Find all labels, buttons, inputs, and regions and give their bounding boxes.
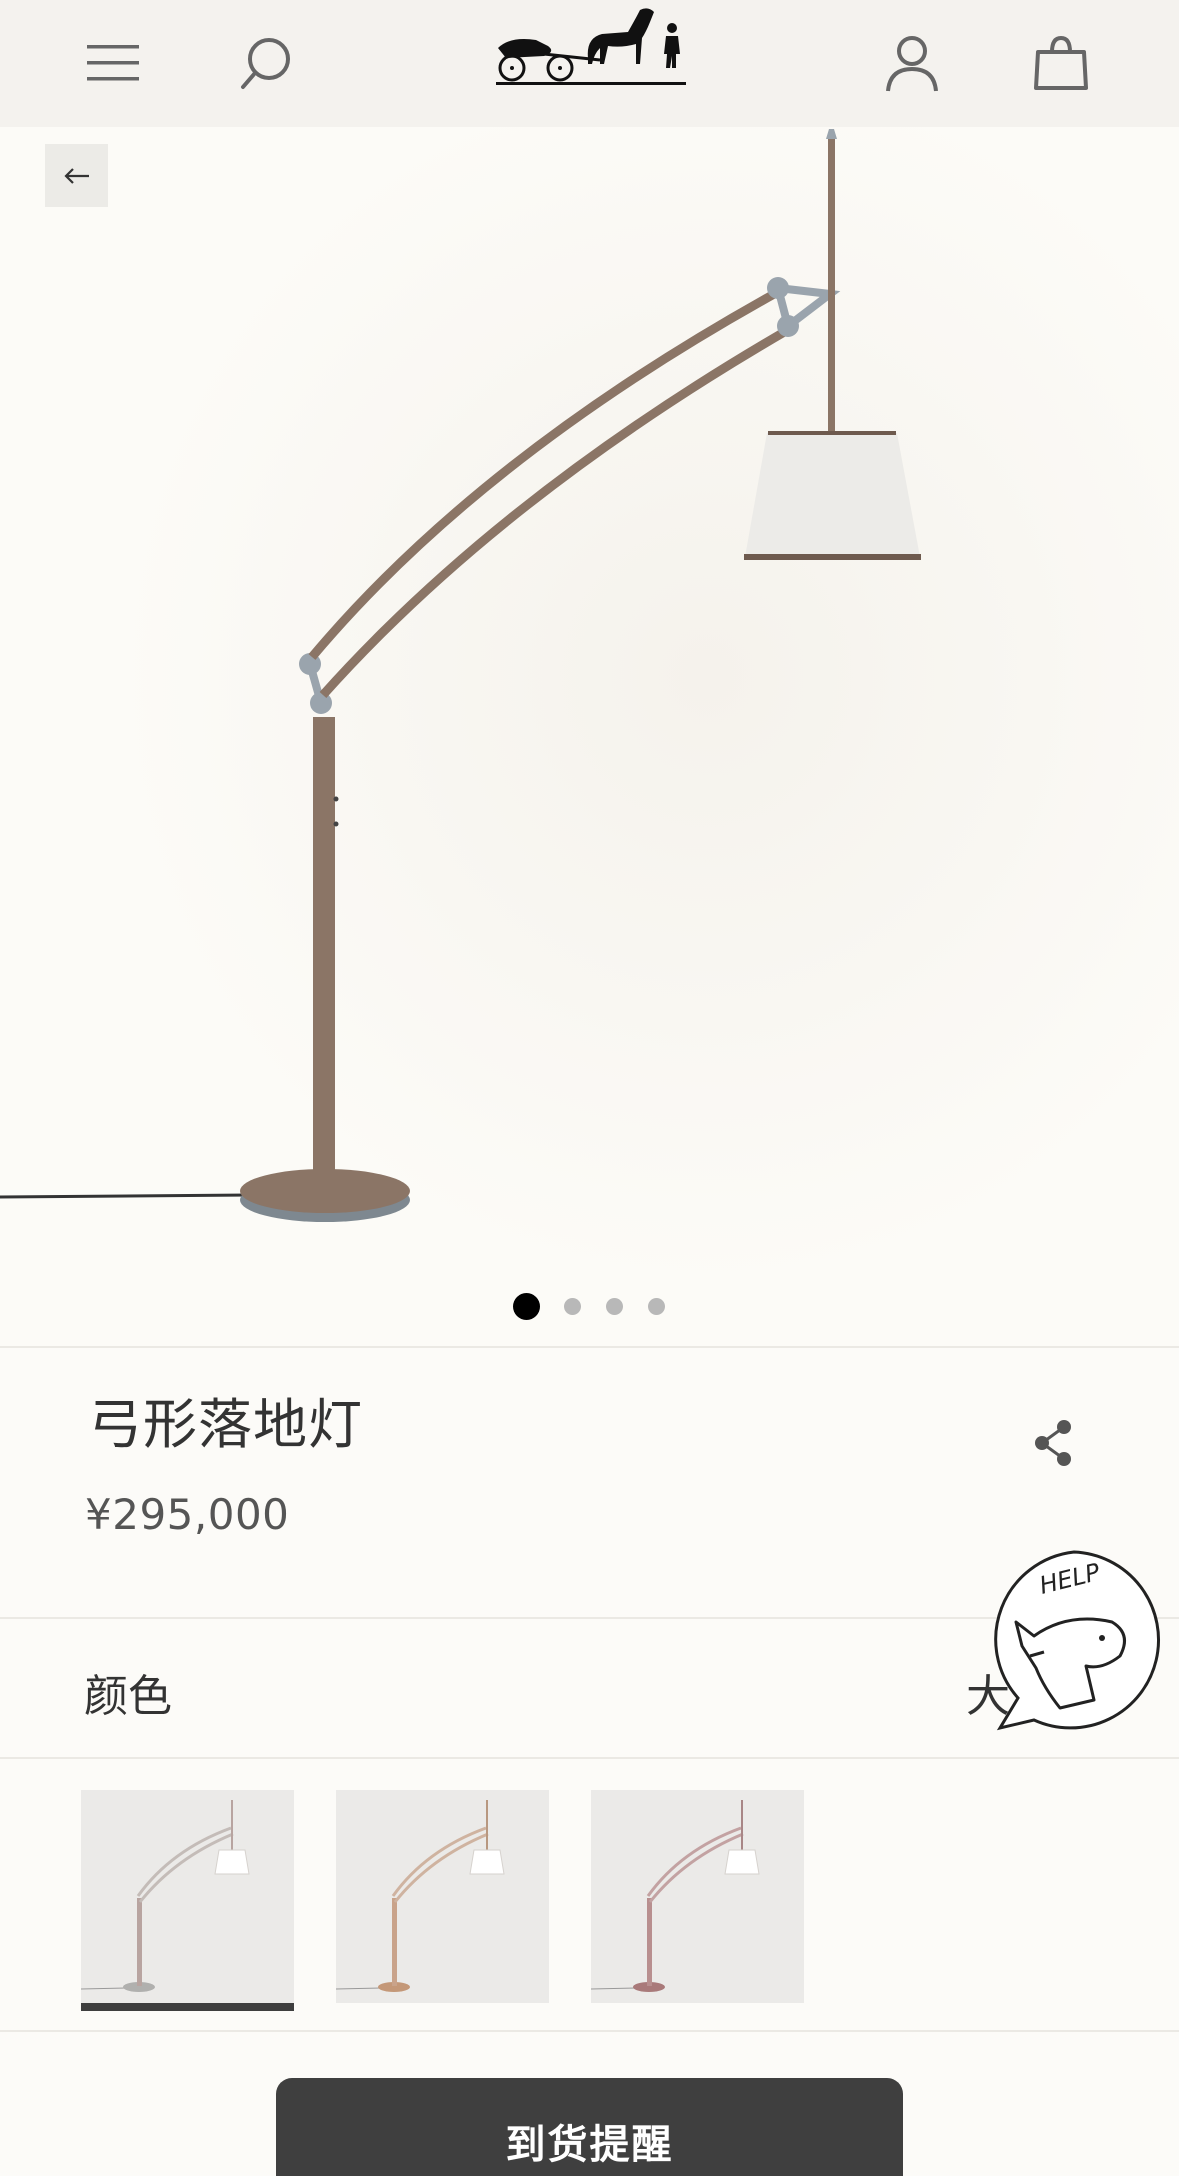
menu-icon[interactable] — [68, 18, 158, 108]
carousel-dot[interactable] — [648, 1298, 665, 1315]
product-image[interactable] — [0, 127, 1179, 1347]
color-swatch[interactable] — [335, 1790, 549, 2003]
divider — [0, 1757, 1179, 1759]
carousel-dot[interactable] — [606, 1298, 623, 1315]
help-widget[interactable]: HELP — [982, 1548, 1166, 1738]
arrow-left-icon — [63, 167, 89, 184]
top-header — [0, 0, 1179, 127]
shopping-bag-icon[interactable] — [1016, 18, 1106, 108]
carousel-dot[interactable] — [513, 1293, 540, 1320]
color-swatch[interactable] — [80, 1790, 294, 2003]
user-icon[interactable] — [867, 18, 957, 108]
color-swatch[interactable] — [590, 1790, 804, 2003]
divider — [0, 2030, 1179, 2032]
color-label: 颜色 — [84, 1671, 172, 1722]
product-title: 弓形落地灯 — [88, 1393, 363, 1456]
carousel-dot[interactable] — [564, 1298, 581, 1315]
notify-when-available-button[interactable]: 到货提醒 — [276, 2078, 903, 2176]
product-price: ¥295,000 — [85, 1490, 290, 1539]
hermes-carriage-logo[interactable] — [490, 2, 690, 92]
share-icon[interactable] — [1030, 1415, 1078, 1471]
divider — [0, 1346, 1179, 1348]
selected-swatch-indicator — [81, 2003, 294, 2011]
back-button[interactable] — [45, 144, 108, 207]
search-icon[interactable] — [222, 18, 312, 108]
